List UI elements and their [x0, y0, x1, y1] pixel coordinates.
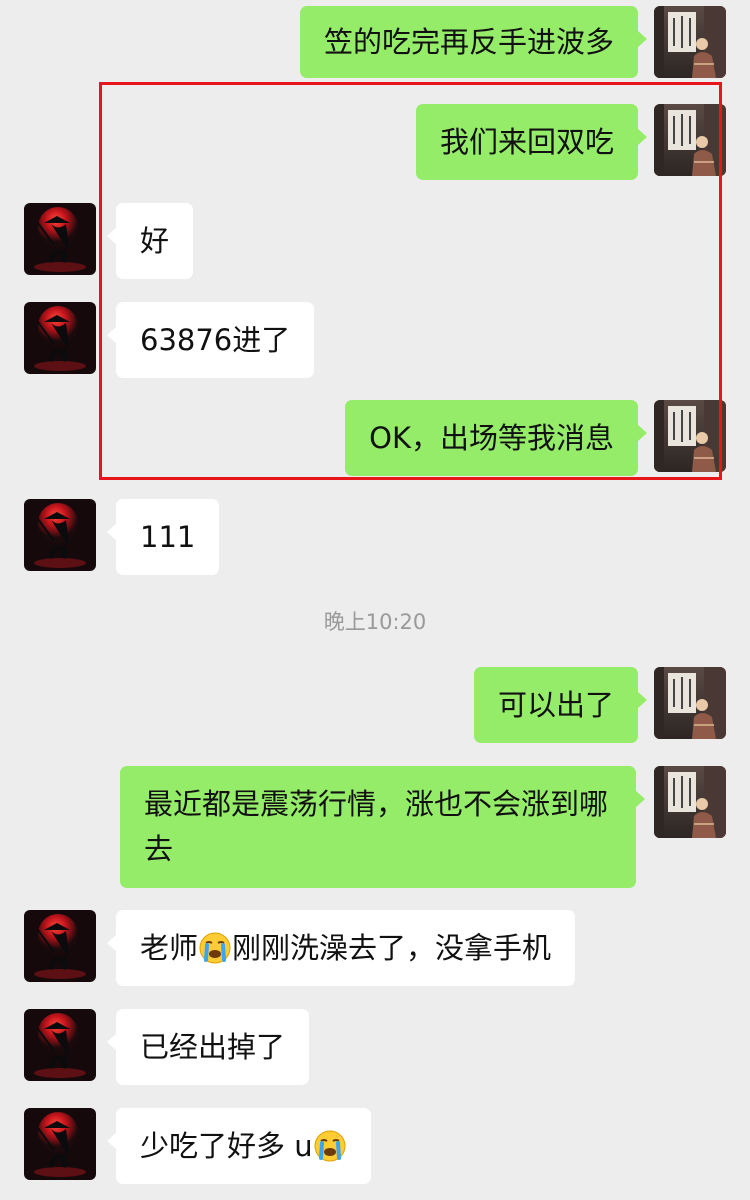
message-text-before: 老师: [140, 931, 199, 965]
contact-avatar[interactable]: [24, 1009, 96, 1081]
message-text: 笠的吃完再反手进波多: [323, 25, 614, 59]
message-bubble-incoming[interactable]: 老师 刚刚洗澡去了，没拿手机: [106, 910, 576, 986]
loudly-crying-face-emoji-icon: [199, 932, 231, 964]
my-avatar[interactable]: [654, 766, 726, 838]
message-text: 111: [140, 520, 196, 554]
contact-avatar[interactable]: [24, 203, 96, 275]
message-text-after: 刚刚洗澡去了，没拿手机: [232, 931, 552, 965]
message-text: 最近都是震荡行情，涨也不会涨到哪去: [144, 787, 609, 866]
message-bubble-incoming[interactable]: 少吃了好多 u: [107, 1108, 371, 1184]
highlight-box: [99, 82, 722, 480]
message-bubble-incoming[interactable]: 111: [106, 499, 220, 575]
my-avatar[interactable]: [654, 667, 726, 739]
contact-avatar[interactable]: [24, 1108, 96, 1180]
message-bubble-incoming[interactable]: 已经出掉了: [106, 1009, 310, 1085]
message-bubble-outgoing[interactable]: 最近都是震荡行情，涨也不会涨到哪去: [120, 766, 645, 888]
contact-avatar[interactable]: [24, 499, 96, 571]
my-avatar[interactable]: [654, 6, 726, 78]
message-text: 已经出掉了: [140, 1030, 286, 1064]
message-bubble-outgoing[interactable]: 可以出了: [473, 667, 648, 743]
message-bubble-outgoing[interactable]: 笠的吃完再反手进波多: [299, 6, 648, 78]
contact-avatar[interactable]: [24, 910, 96, 982]
timestamp: 晚上10:20: [323, 610, 427, 634]
contact-avatar[interactable]: [24, 302, 96, 374]
loudly-crying-face-emoji-icon: [314, 1130, 346, 1162]
message-text-before: 少吃了好多 u: [140, 1129, 313, 1163]
message-text: 可以出了: [497, 688, 614, 722]
